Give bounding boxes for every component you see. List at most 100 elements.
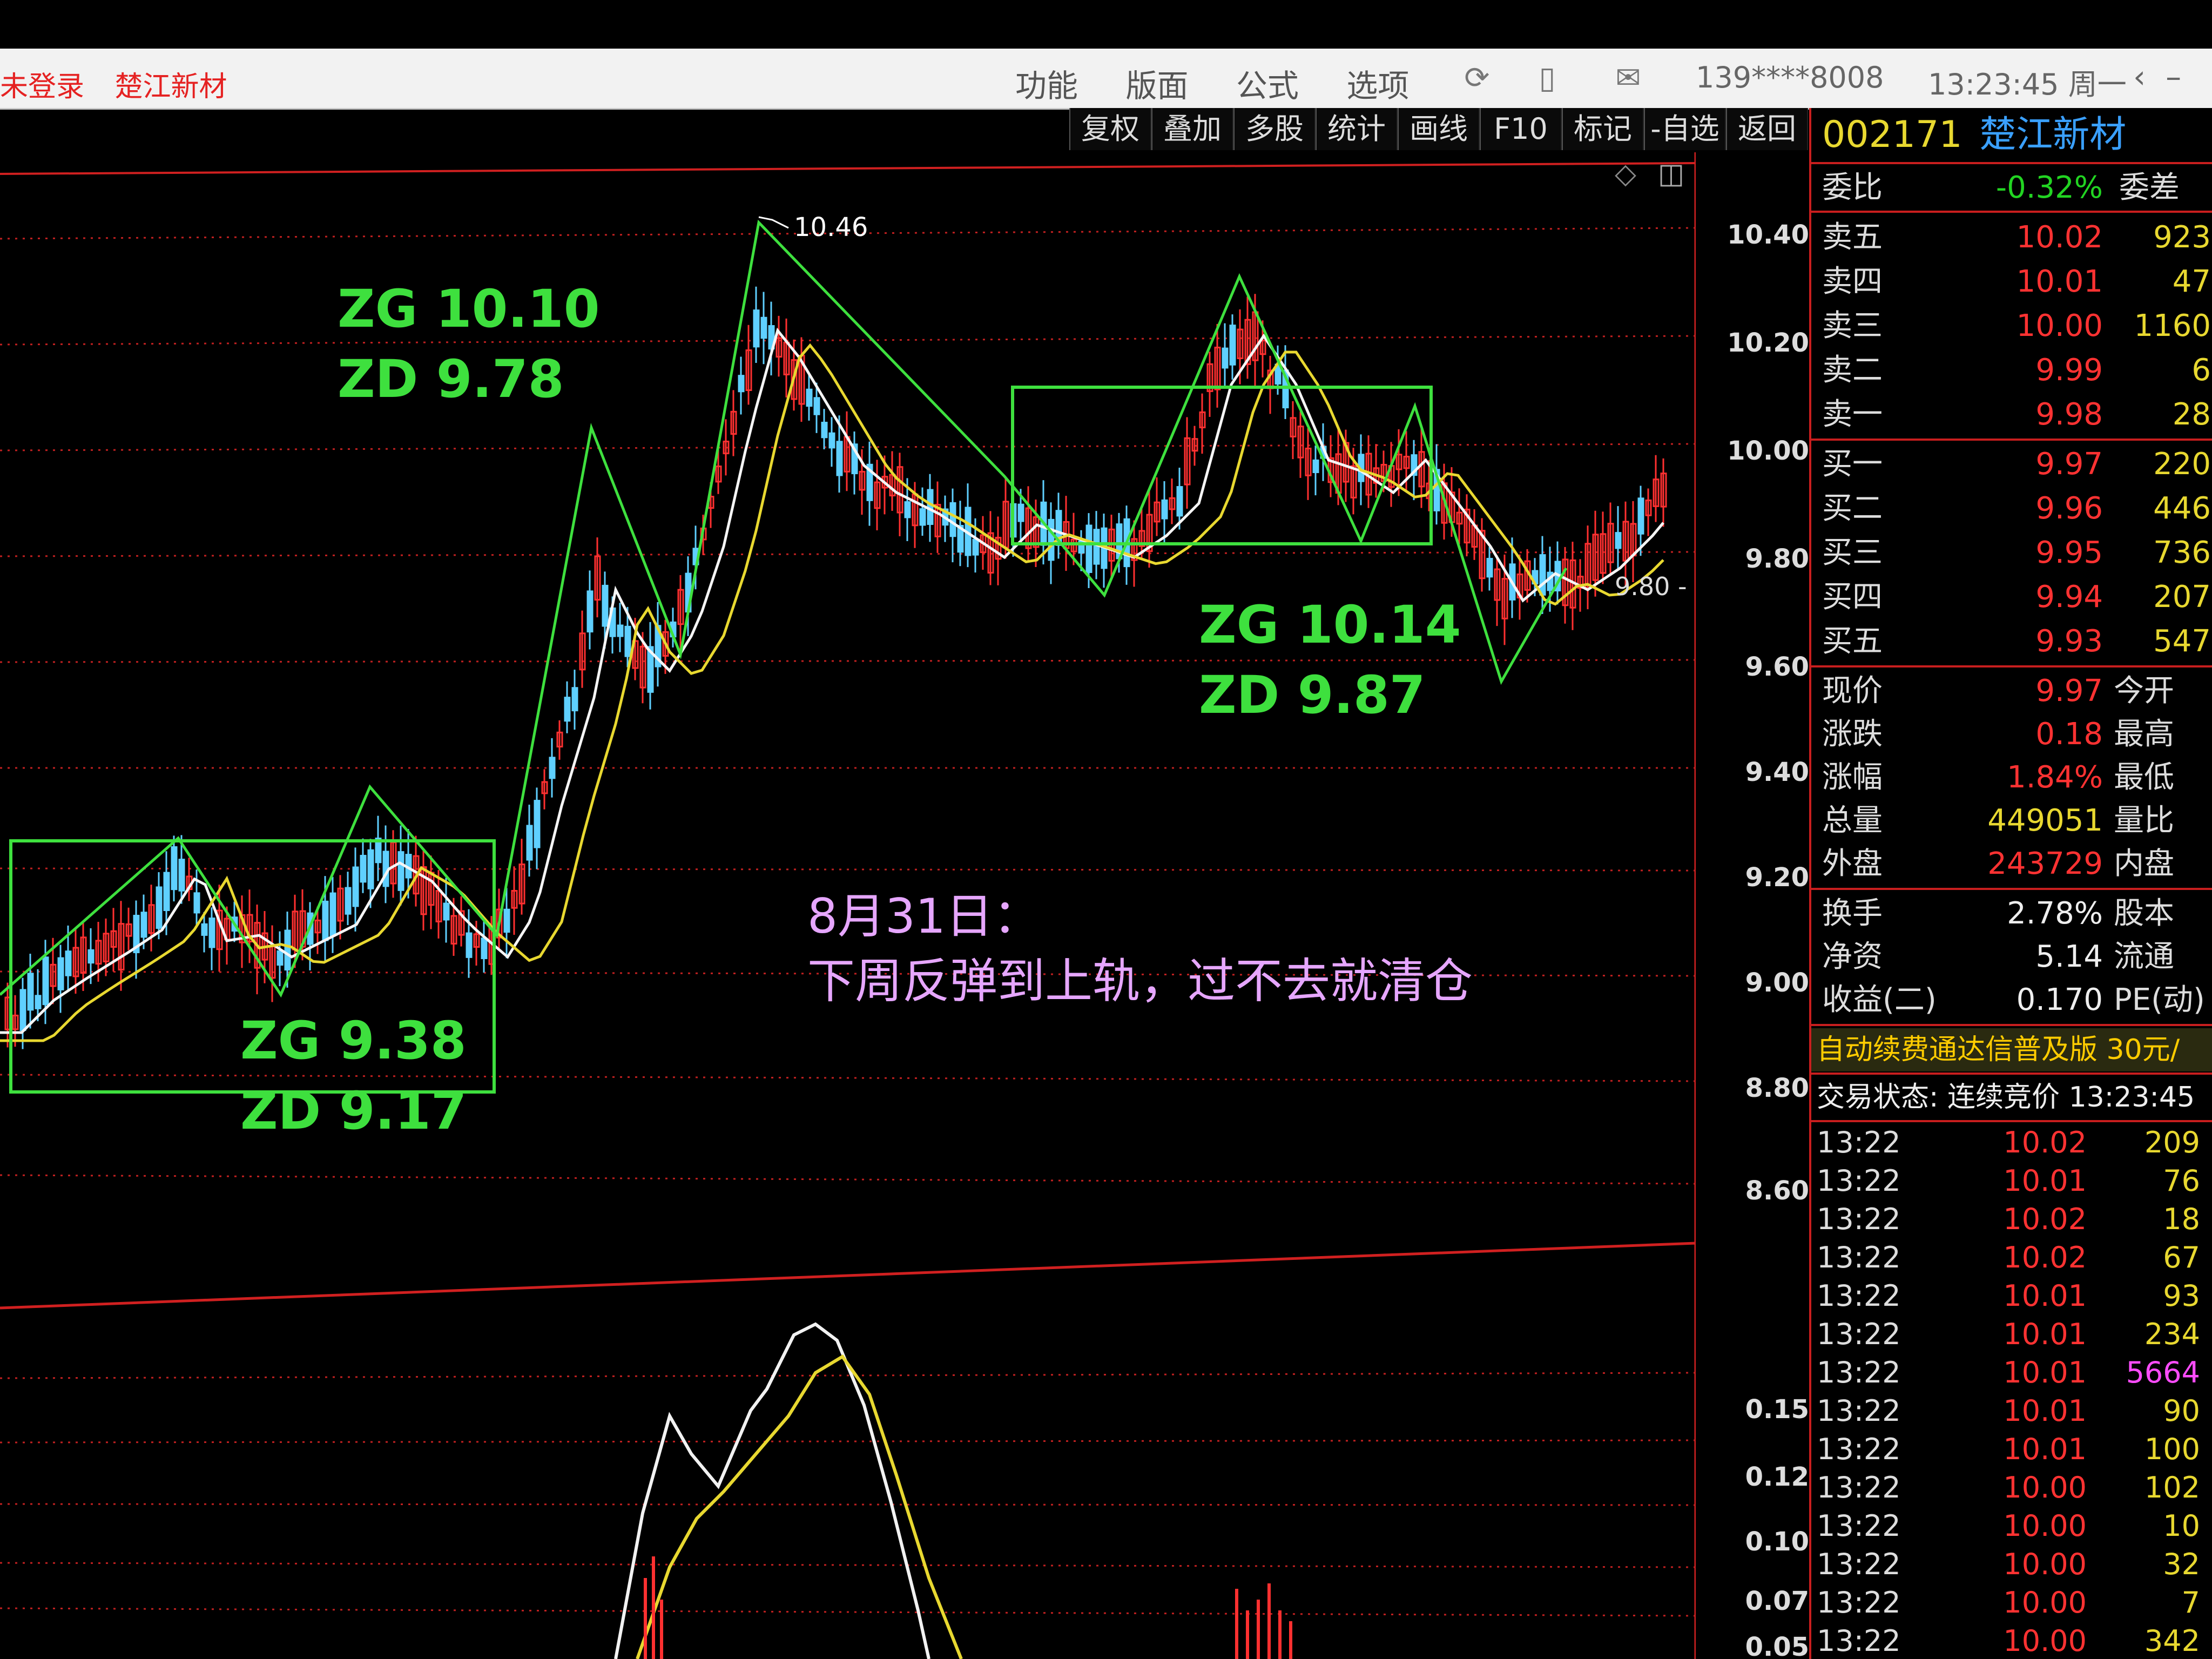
- grid-line: [0, 1174, 1696, 1185]
- menu-formula[interactable]: 公式: [1236, 68, 1299, 104]
- remove-watchlist-button[interactable]: -自选: [1644, 108, 1726, 150]
- zg-label: ZG 10.14: [1199, 595, 1461, 655]
- stat-label: 总量: [1822, 803, 1883, 838]
- multi-stock-button[interactable]: 多股: [1233, 108, 1316, 150]
- bid-label: 买四: [1822, 579, 1883, 615]
- stock-name-title: 楚江新材: [114, 71, 227, 103]
- login-status[interactable]: 未登录: [0, 71, 84, 103]
- candle: [927, 489, 934, 525]
- kline-chart-area[interactable]: 10.46 9.80 - 10.40 10.20 10.00 9.80 9.60…: [0, 152, 1809, 1659]
- stat-row: 涨幅 1.84% 最低: [1811, 756, 2212, 799]
- candle: [564, 697, 571, 722]
- ask-price: 9.99: [2035, 353, 2103, 388]
- stat-label: 现价: [1822, 673, 1883, 709]
- statistics-button[interactable]: 统计: [1316, 108, 1398, 150]
- tick-row: 13:22 10.00 342: [1811, 1622, 2212, 1659]
- phone-icon[interactable]: ▯: [1528, 59, 1566, 97]
- candle: [806, 388, 813, 407]
- tick-volume: 100: [2144, 1432, 2200, 1466]
- tick-price: 10.01: [2003, 1279, 2087, 1313]
- bid-row[interactable]: 买五 9.93 547: [1811, 620, 2212, 663]
- zhongshu-annotation-2: ZG 10.14 ZD 9.87: [1199, 590, 1461, 730]
- candle: [904, 501, 911, 518]
- tick-list[interactable]: 13:22 10.02 209 13:22 10.01 76 13:22 10.02 18 13:…: [1811, 1123, 2212, 1659]
- diamond-icon[interactable]: ◇: [1615, 158, 1636, 190]
- tick-volume: 90: [2163, 1394, 2200, 1428]
- ask-row[interactable]: 卖一 9.98 28: [1811, 393, 2212, 436]
- zhongshu-annotation-3: ZG 9.38 ZD 9.17: [240, 1006, 467, 1146]
- bid-row[interactable]: 买三 9.95 736: [1811, 531, 2212, 575]
- ask-volume: 923: [2153, 220, 2211, 255]
- candle: [526, 825, 533, 861]
- price-tick: 10.00: [1727, 436, 1809, 466]
- refresh-icon[interactable]: ⟳: [1458, 59, 1496, 97]
- candle: [828, 432, 835, 449]
- tick-volume: 102: [2144, 1471, 2200, 1505]
- window-toggle-icon[interactable]: ◫: [1658, 158, 1684, 190]
- stock-code: 002171: [1822, 113, 1963, 156]
- candle: [193, 892, 200, 914]
- candle: [57, 957, 64, 990]
- ask-price: 10.02: [2016, 220, 2103, 255]
- bid-row[interactable]: 买四 9.94 207: [1811, 576, 2212, 619]
- stat-row: 净资 5.14 流通: [1811, 935, 2212, 979]
- indicator-tick: 0.12: [1745, 1462, 1809, 1492]
- overlay-button[interactable]: 叠加: [1151, 108, 1233, 150]
- fuquan-button[interactable]: 复权: [1069, 108, 1151, 150]
- tick-time: 13:22: [1817, 1164, 1901, 1198]
- f10-button[interactable]: F10: [1480, 108, 1562, 150]
- title-bar: 未登录 楚江新材 功能 版面 公式 选项 ⟳ ▯ ✉ 139****8008 1…: [0, 49, 2212, 110]
- candle: [466, 932, 473, 958]
- tick-row: 13:22 10.00 32: [1811, 1545, 2212, 1583]
- candle: [760, 316, 767, 339]
- ask-row[interactable]: 卖二 9.99 6: [1811, 349, 2212, 392]
- candle: [1539, 554, 1546, 596]
- stat-label-2: 最高: [2114, 717, 2174, 752]
- tick-volume: 7: [2181, 1586, 2200, 1620]
- quote-panel: 002171 楚江新材 委比 -0.32% 委差 卖五 10.02 923 卖四…: [1809, 108, 2212, 1659]
- mark-button[interactable]: 标记: [1562, 108, 1644, 150]
- divider: [1811, 162, 2212, 164]
- stat-value: 5.14: [2035, 939, 2103, 974]
- tick-volume: 342: [2144, 1624, 2200, 1658]
- menu-layout[interactable]: 版面: [1125, 68, 1188, 104]
- stock-name: 楚江新材: [1979, 113, 2127, 156]
- price-tick: 9.60: [1745, 652, 1809, 682]
- bid-row[interactable]: 买一 9.97 220: [1811, 443, 2212, 486]
- mail-icon[interactable]: ✉: [1609, 59, 1647, 97]
- menu-function[interactable]: 功能: [1015, 68, 1078, 104]
- collapse-arrow-icon[interactable]: ‹ –: [2133, 58, 2181, 95]
- price-tick: 8.60: [1745, 1176, 1809, 1206]
- candle: [503, 908, 510, 933]
- candle: [1161, 499, 1168, 520]
- candle: [1085, 524, 1092, 574]
- candle: [443, 902, 450, 921]
- grid-line: [0, 443, 1696, 451]
- ask-label: 卖二: [1822, 353, 1883, 388]
- tick-row: 13:22 10.02 209: [1811, 1123, 2212, 1162]
- tick-row: 13:22 10.01 100: [1811, 1430, 2212, 1468]
- ask-row[interactable]: 卖三 10.00 1160: [1811, 305, 2212, 348]
- current-price-label: 9.80 -: [1615, 572, 1687, 601]
- ask-row[interactable]: 卖五 10.02 923: [1811, 216, 2212, 259]
- ask-volume: 1160: [2134, 308, 2211, 343]
- tick-volume: 18: [2163, 1202, 2200, 1236]
- tick-time: 13:22: [1817, 1202, 1901, 1236]
- ask-volume: 47: [2172, 264, 2211, 299]
- candle: [163, 872, 170, 912]
- bid-row[interactable]: 买二 9.96 446: [1811, 487, 2212, 530]
- tick-price: 10.01: [2003, 1355, 2087, 1390]
- menu-options[interactable]: 选项: [1346, 68, 1409, 104]
- stat-row: 涨跌 0.18 最高: [1811, 713, 2212, 756]
- auto-renew-banner[interactable]: 自动续费通达信普及版 30元/: [1811, 1028, 2212, 1071]
- stat-label: 涨幅: [1822, 760, 1883, 795]
- bid-volume: 547: [2153, 624, 2211, 659]
- ask-row[interactable]: 卖四 10.01 47: [1811, 260, 2212, 304]
- stat-value: 9.97: [2035, 673, 2103, 709]
- tick-row: 13:22 10.00 102: [1811, 1468, 2212, 1507]
- divider: [1811, 439, 2212, 441]
- back-button[interactable]: 返回: [1726, 108, 1808, 150]
- stat-label-2: 量比: [2114, 803, 2174, 838]
- candle: [367, 849, 374, 889]
- draw-line-button[interactable]: 画线: [1398, 108, 1480, 150]
